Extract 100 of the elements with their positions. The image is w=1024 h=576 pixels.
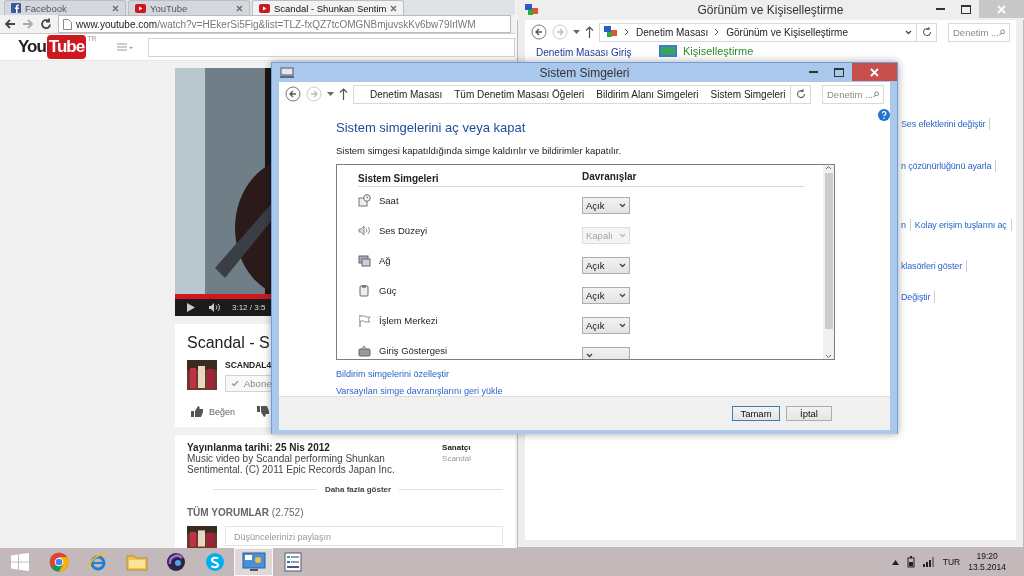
- settings-link[interactable]: Değiştir: [901, 292, 931, 302]
- taskbar-button[interactable]: [234, 548, 273, 576]
- caret-icon: [905, 29, 912, 35]
- search-field[interactable]: Denetim ...: [822, 84, 884, 104]
- back-icon[interactable]: [531, 24, 547, 40]
- icon-name: Giriş Göstergesi: [379, 344, 448, 356]
- search-icon: [998, 27, 1005, 37]
- orb-icon: [165, 552, 186, 572]
- up-icon[interactable]: [585, 26, 594, 38]
- dialog-button[interactable]: Tamam: [732, 406, 780, 421]
- chevron-icon: [624, 29, 630, 35]
- dialog-button[interactable]: İptal: [786, 406, 832, 421]
- browser-tab[interactable]: YouTube: [128, 0, 250, 15]
- breadcrumb-item[interactable]: Tüm Denetim Masası Öğeleri: [454, 88, 585, 100]
- page-description: Sistem simgesi kapatıldığında simge kaldırılır ve bildirimler kapatılır.: [336, 145, 623, 156]
- folder-icon: [125, 553, 148, 571]
- show-more-link[interactable]: Daha fazla göster: [324, 485, 392, 494]
- caret-icon: [619, 203, 626, 208]
- address-field[interactable]: www.youtube.com/watch?v=HEkerSi5Fig&list=TLZ-fxQZ7tcOMGNBmjuvskKv6bw79IrlWM: [58, 15, 511, 33]
- settings-link[interactable]: n: [901, 220, 906, 230]
- page-icon: [63, 18, 72, 30]
- breadcrumb-item[interactable]: Denetim Masası: [370, 88, 443, 100]
- signal-icon[interactable]: [922, 557, 935, 567]
- play-icon[interactable]: [187, 303, 195, 312]
- close-icon[interactable]: [236, 4, 243, 12]
- settings-link[interactable]: Bildirim simgelerini özelleştir: [336, 369, 450, 379]
- caret-icon: [619, 263, 626, 268]
- close-icon: [997, 4, 1006, 14]
- icon-name: Ağ: [379, 254, 391, 266]
- channel-name[interactable]: SCANDAL4: [225, 360, 272, 370]
- close-icon[interactable]: [390, 4, 398, 12]
- minimize-icon: [935, 8, 945, 10]
- dropdown-icon[interactable]: [573, 29, 580, 35]
- back-icon[interactable]: [4, 18, 16, 30]
- back-icon[interactable]: [285, 86, 301, 102]
- address-bar[interactable]: Denetim Masası Görünüm ve Kişiselleştirme: [599, 22, 917, 42]
- control-panel-icon: [525, 4, 539, 16]
- settings-link[interactable]: Varsayılan simge davranışlarını geri yükle: [336, 386, 503, 396]
- refresh-button[interactable]: [917, 22, 937, 42]
- settings-link[interactable]: n çözünürlüğünü ayarla: [901, 161, 992, 171]
- play-logo-icon: [135, 3, 146, 13]
- chrome-icon: [48, 552, 69, 572]
- settings-link[interactable]: Kolay erişim tuşlarını aç: [914, 220, 1007, 230]
- refresh-button[interactable]: [791, 84, 811, 104]
- column-header: Davranışlar: [582, 171, 637, 184]
- scroll-up-icon[interactable]: [825, 165, 832, 171]
- caret-icon: [619, 293, 626, 298]
- close-icon[interactable]: [112, 4, 119, 12]
- icon-name: Güç: [379, 284, 397, 296]
- time-display: 3:12 / 3:5: [232, 303, 266, 312]
- close-button[interactable]: [852, 63, 897, 81]
- volume-icon[interactable]: [209, 303, 221, 312]
- caret-icon: [619, 233, 626, 238]
- maximize-icon: [961, 4, 971, 14]
- like-button[interactable]: Beğen: [191, 406, 236, 417]
- flag-icon: [358, 313, 371, 327]
- behavior-dropdown[interactable]: Açık: [582, 257, 630, 274]
- scroll-down-icon[interactable]: [825, 353, 832, 359]
- speaker-icon: [358, 223, 371, 237]
- search-icon: [872, 89, 879, 99]
- icon-name: Ses Düzeyi: [379, 224, 428, 236]
- behavior-dropdown[interactable]: Açık: [582, 317, 630, 334]
- search-field[interactable]: [148, 37, 515, 57]
- caret-icon: [619, 323, 626, 328]
- scrollbar[interactable]: [823, 165, 834, 359]
- browser-tab[interactable]: Scandal - Shunkan Sentim: [252, 0, 405, 15]
- artist-name: Scandal: [442, 453, 471, 464]
- dropdown-icon[interactable]: [327, 91, 334, 97]
- breadcrumb-item[interactable]: Denetim Masası: [636, 26, 709, 38]
- clock[interactable]: 19:20 13.5.2014: [968, 551, 1006, 573]
- language-indicator[interactable]: TUR: [942, 557, 961, 567]
- icon-name: İşlem Merkezi: [379, 314, 438, 326]
- window-title: Görünüm ve Kişiselleştirme: [697, 3, 844, 17]
- address-bar[interactable]: Denetim Masası Tüm Denetim Masası Öğeleri Bildirim Alanı Simgeleri Sistem Simgeleri: [353, 84, 791, 104]
- browser-tab[interactable]: Facebook: [4, 0, 126, 15]
- thumbs-down-icon[interactable]: [257, 406, 270, 417]
- refresh-icon: [921, 27, 932, 37]
- breadcrumb-item[interactable]: Görünüm ve Kişiselleştirme: [726, 26, 848, 38]
- search-field[interactable]: Denetim ...: [948, 22, 1010, 42]
- section-heading[interactable]: Kişiselleştirme: [683, 45, 754, 57]
- video-description: Yayınlanma tarihi: 25 Nis 2012 Music video by Scandal performing Shunkan Sentimental. (C) 2011 Epic Records Japan Inc.: [187, 442, 396, 475]
- breadcrumb-item[interactable]: Bildirim Alanı Simgeleri: [596, 88, 699, 100]
- help-icon[interactable]: [878, 109, 890, 121]
- e-logo-icon: [87, 552, 108, 572]
- up-icon[interactable]: [339, 88, 348, 100]
- settings-link[interactable]: klasörleri göster: [901, 261, 962, 271]
- windows-logo-icon: [10, 553, 29, 571]
- reload-icon[interactable]: [40, 18, 52, 30]
- up-arrow-icon[interactable]: [891, 559, 899, 565]
- behavior-dropdown[interactable]: Açık: [582, 287, 630, 304]
- column-header: Sistem Simgeleri: [358, 171, 440, 185]
- video-title: Scandal - S: [187, 334, 270, 352]
- icon-name: Saat: [379, 194, 399, 206]
- breadcrumb-item[interactable]: Sistem Simgeleri: [710, 88, 786, 100]
- battery-icon[interactable]: [906, 556, 915, 568]
- facebook-icon: [11, 3, 21, 13]
- behavior-dropdown[interactable]: Açık: [582, 197, 630, 214]
- sidebar-link[interactable]: Denetim Masası Giriş: [536, 47, 659, 58]
- settings-link[interactable]: Ses efektlerini değiştir: [901, 119, 986, 129]
- list-window-icon: [282, 552, 303, 572]
